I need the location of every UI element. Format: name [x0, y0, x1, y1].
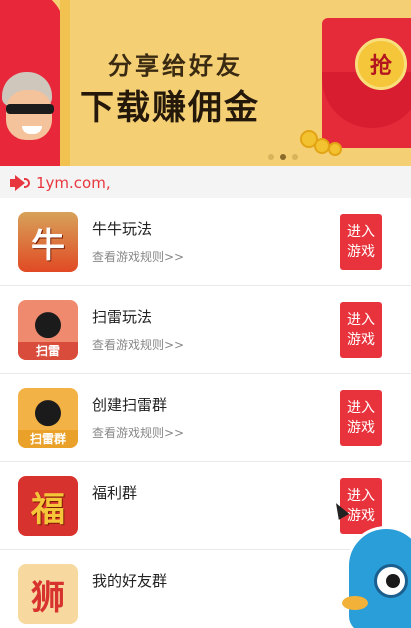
fortune-character-icon: 福: [18, 476, 78, 536]
carousel-dot[interactable]: [292, 154, 298, 160]
minesweeper-game-icon: ● 扫雷: [18, 300, 78, 360]
floating-mascot-widget[interactable]: [334, 526, 411, 628]
banner-headline-main: 下载赚佣金: [80, 88, 260, 128]
carousel-dot[interactable]: [268, 154, 274, 160]
game-title: 我的好友群: [92, 572, 168, 590]
game-list-item[interactable]: ● 扫雷群 创建扫雷群 查看游戏规则>> 进入 游戏: [0, 374, 411, 462]
carousel-dot-active[interactable]: [280, 154, 286, 160]
sunglasses-icon: [6, 104, 54, 114]
carousel-indicator[interactable]: [268, 154, 298, 160]
enter-game-button[interactable]: 进入 游戏: [340, 214, 382, 270]
game-rules-link[interactable]: 查看游戏规则>>: [92, 336, 184, 353]
game-title: 牛牛玩法: [92, 220, 153, 238]
speaker-icon: [10, 175, 30, 191]
game-title: 创建扫雷群: [92, 396, 168, 414]
mascot-pupil: [386, 574, 400, 588]
minesweeper-group-icon: ● 扫雷群: [18, 388, 78, 448]
game-rules-link[interactable]: 查看游戏规则>>: [92, 424, 184, 441]
promo-banner[interactable]: 分享给好友 下载赚佣金 抢: [0, 0, 411, 166]
game-title: 扫雷玩法: [92, 308, 153, 326]
mascot-beak: [342, 596, 368, 610]
lion-dance-icon: 狮: [18, 564, 78, 624]
announcement-text: 1ym.com,: [36, 174, 111, 192]
game-list-item[interactable]: 牛 牛牛玩法 查看游戏规则>> 进入 游戏: [0, 198, 411, 286]
cartoon-avatar-illustration: [0, 64, 62, 154]
game-rules-link[interactable]: 查看游戏规则>>: [92, 248, 184, 265]
bull-game-icon: 牛: [18, 212, 78, 272]
banner-headline-top: 分享给好友: [108, 52, 243, 80]
grab-envelope-badge: 抢: [355, 38, 407, 90]
game-list-item[interactable]: ● 扫雷 扫雷玩法 查看游戏规则>> 进入 游戏: [0, 286, 411, 374]
game-title: 福利群: [92, 484, 138, 502]
enter-game-button[interactable]: 进入 游戏: [340, 390, 382, 446]
enter-game-button[interactable]: 进入 游戏: [340, 302, 382, 358]
coin-icon: [328, 142, 342, 156]
announcement-bar: 1ym.com,: [0, 166, 411, 198]
